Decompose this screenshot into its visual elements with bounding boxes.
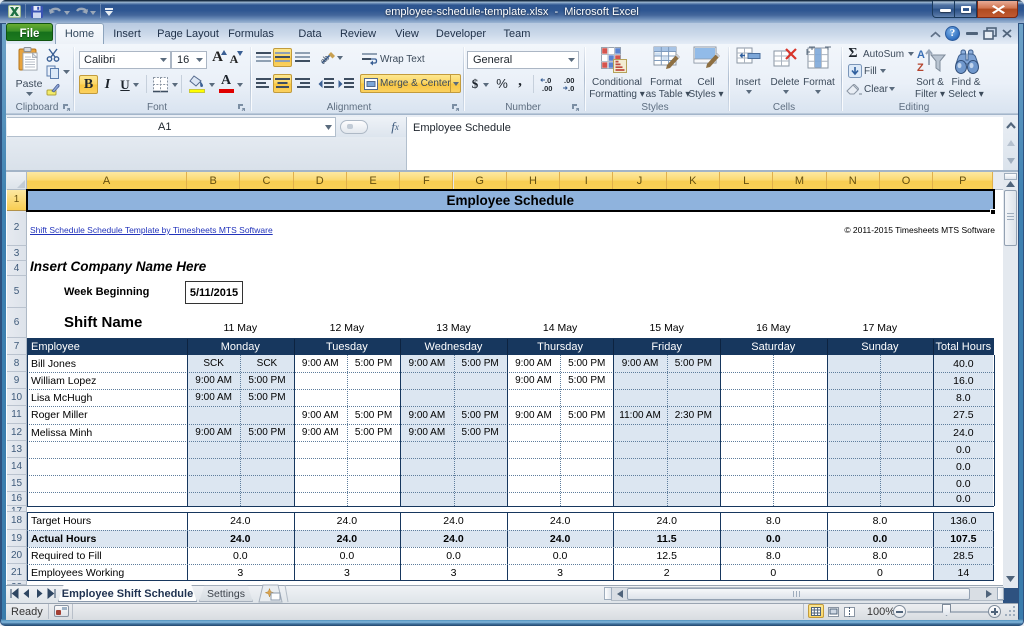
svg-text:.0: .0 [568,84,574,93]
svg-text:A: A [917,49,925,61]
svg-text:Z: Z [917,62,924,74]
svg-text:.00: .00 [542,84,552,93]
